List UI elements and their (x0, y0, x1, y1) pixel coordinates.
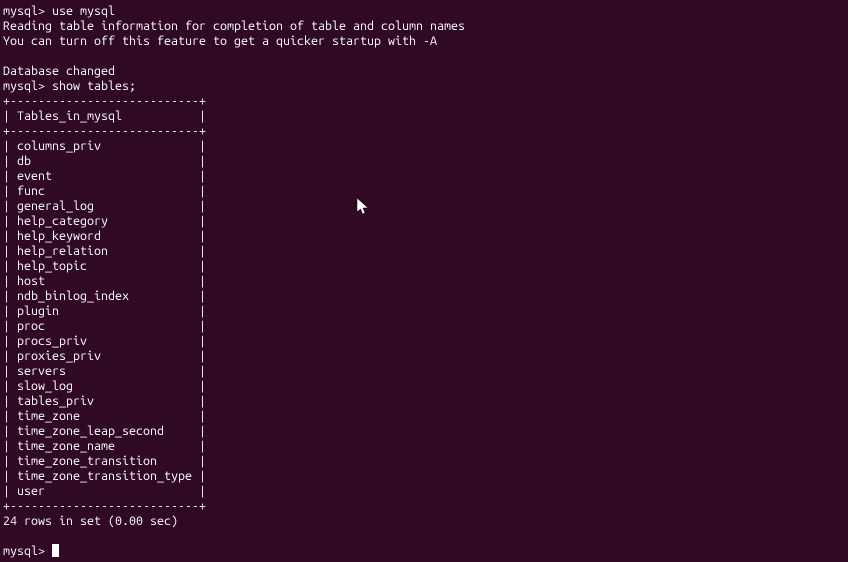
mysql-prompt: mysql> (3, 544, 45, 558)
mysql-prompt: mysql> (3, 79, 45, 93)
table-row: | procs_priv | (3, 334, 848, 349)
table-row: | slow_log | (3, 379, 848, 394)
table-row: | plugin | (3, 304, 848, 319)
table-row: | help_topic | (3, 259, 848, 274)
table-row: | time_zone_leap_second | (3, 424, 848, 439)
table-row: | time_zone_transition_type | (3, 469, 848, 484)
cursor[interactable] (52, 544, 59, 557)
table-row: | proc | (3, 319, 848, 334)
table-border-top: +---------------------------+ (3, 94, 848, 109)
prompt-line-cursor[interactable]: mysql> (3, 544, 848, 559)
info-reading-tables: Reading table information for completion… (3, 19, 848, 34)
table-row: | help_category | (3, 214, 848, 229)
table-row: | time_zone_name | (3, 439, 848, 454)
prompt-line-use: mysql> use mysql (3, 4, 848, 19)
table-row: | time_zone_transition | (3, 454, 848, 469)
command-use: use mysql (52, 4, 115, 18)
table-border-mid: +---------------------------+ (3, 124, 848, 139)
prompt-line-show: mysql> show tables; (3, 79, 848, 94)
command-show-tables: show tables; (52, 79, 136, 93)
table-row: | help_relation | (3, 244, 848, 259)
table-row: | event | (3, 169, 848, 184)
table-row: | func | (3, 184, 848, 199)
database-changed: Database changed (3, 64, 848, 79)
table-row: | user | (3, 484, 848, 499)
terminal[interactable]: mysql> use mysql Reading table informati… (3, 4, 848, 559)
mysql-prompt: mysql> (3, 4, 45, 18)
table-header: | Tables_in_mysql | (3, 109, 848, 124)
table-row: | host | (3, 274, 848, 289)
blank-line (3, 529, 848, 544)
table-row: | columns_priv | (3, 139, 848, 154)
blank-line (3, 49, 848, 64)
table-row: | proxies_priv | (3, 349, 848, 364)
result-summary: 24 rows in set (0.00 sec) (3, 514, 848, 529)
table-row: | db | (3, 154, 848, 169)
table-row: | servers | (3, 364, 848, 379)
table-row: | ndb_binlog_index | (3, 289, 848, 304)
table-row: | tables_priv | (3, 394, 848, 409)
table-row: | time_zone | (3, 409, 848, 424)
table-row: | general_log | (3, 199, 848, 214)
table-border-bottom: +---------------------------+ (3, 499, 848, 514)
table-row: | help_keyword | (3, 229, 848, 244)
info-turn-off: You can turn off this feature to get a q… (3, 34, 848, 49)
